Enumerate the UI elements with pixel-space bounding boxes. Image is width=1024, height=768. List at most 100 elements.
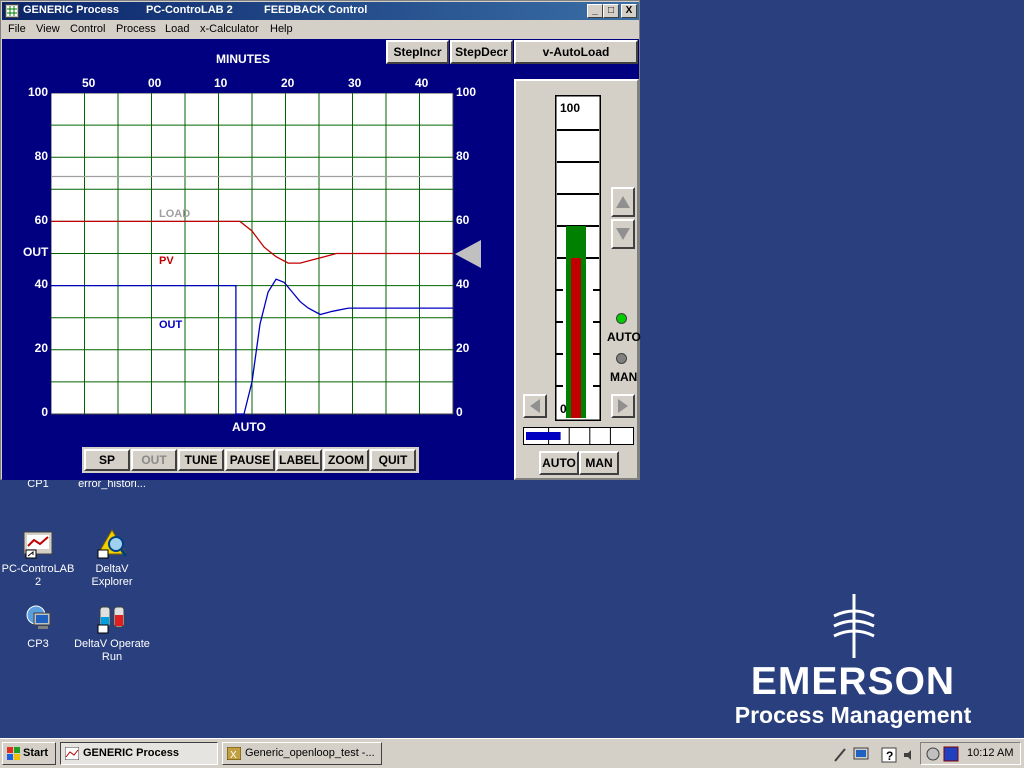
- x-tick-label: 50: [82, 76, 96, 90]
- tune-button[interactable]: TUNE: [178, 449, 224, 471]
- bar-top-label: 100: [560, 101, 580, 115]
- pc-controlab-icon: [22, 528, 54, 560]
- window-title-mode: FEEDBACK Control: [264, 4, 368, 16]
- emerson-emblem-icon: [833, 594, 875, 658]
- app-window: GENERIC Process PC-ControLAB 2 FEEDBACK …: [0, 0, 641, 480]
- deltav-tray-icon: [926, 747, 940, 761]
- volume-icon: [904, 750, 911, 760]
- sp-up-button[interactable]: [611, 187, 635, 217]
- man-lamp-icon: [616, 353, 627, 364]
- step-decr-button[interactable]: StepDecr: [450, 40, 513, 64]
- y-tick-right: 80: [456, 149, 470, 163]
- out-series-tag: OUT: [159, 319, 183, 331]
- arrow-left-icon: [530, 399, 540, 413]
- start-button[interactable]: Start: [2, 742, 56, 765]
- close-button[interactable]: X: [621, 4, 637, 18]
- faceplate-panel: 100 0 AUTO MAN AUTO MAN: [514, 79, 641, 480]
- x-tick-label: 10: [214, 76, 228, 90]
- x-axis-title: MINUTES: [216, 52, 270, 66]
- faceplate-bargraph: 100 0: [555, 95, 601, 421]
- tray-icons[interactable]: [925, 746, 959, 762]
- y-tick-right: 100: [456, 85, 477, 99]
- arrow-down-icon: [616, 228, 630, 240]
- trend-panel: StepIncr StepDecr MINUTES 50 00 10 20 30…: [2, 39, 514, 480]
- y-tick-right: 40: [456, 277, 470, 291]
- bar-bottom-label: 0: [560, 402, 567, 416]
- menu-load[interactable]: Load: [165, 23, 189, 35]
- pc-controlab-icon: [65, 747, 79, 760]
- y-tick-left: 80: [34, 149, 48, 163]
- auto-indicator-label: AUTO: [607, 330, 641, 344]
- desktop-icon-label: PC-ControLAB 2: [1, 563, 75, 588]
- y-tick-right: 0: [456, 405, 463, 419]
- pv-bar: [571, 258, 581, 418]
- desktop-icon-deltav-operate[interactable]: DeltaV Operate Run: [74, 603, 150, 664]
- pv-series-tag: PV: [159, 255, 174, 267]
- desktop-icon-label: CP3: [27, 638, 49, 650]
- menu-x-calculator[interactable]: x-Calculator: [200, 23, 259, 35]
- deltav-operate-icon: [96, 603, 128, 635]
- menu-view[interactable]: View: [36, 23, 60, 35]
- y-tick-left: 20: [34, 341, 48, 355]
- desktop-icon-pc-controlab[interactable]: PC-ControLAB 2: [0, 528, 76, 589]
- y-tick-left: 40: [34, 277, 48, 291]
- out-axis-label: OUT: [23, 245, 49, 259]
- sp-button[interactable]: SP: [84, 449, 130, 471]
- y-tick-left: 100: [27, 85, 48, 99]
- out-decrease-button[interactable]: [523, 394, 547, 418]
- man-indicator-label: MAN: [610, 370, 638, 384]
- emerson-logo: EMERSON Process Management: [728, 592, 978, 729]
- autoload-button[interactable]: v-AutoLoad: [514, 40, 638, 64]
- desktop-icon-cp3[interactable]: CP3: [0, 603, 76, 651]
- logo-brand: EMERSON: [750, 660, 956, 703]
- task-generic-process[interactable]: GENERIC Process: [60, 742, 218, 765]
- y-tick-right: 20: [456, 341, 470, 355]
- title-bar[interactable]: GENERIC Process PC-ControLAB 2 FEEDBACK …: [2, 2, 639, 20]
- app-icon[interactable]: [5, 4, 19, 18]
- out-increase-button[interactable]: [611, 394, 635, 418]
- help-icon: ?: [881, 747, 897, 763]
- system-tray: 10:12 AM: [920, 742, 1021, 765]
- arrow-right-icon: [618, 399, 628, 413]
- svg-text:?: ?: [886, 749, 893, 763]
- wrench-icon: [834, 748, 846, 762]
- menu-file[interactable]: File: [8, 23, 26, 35]
- minimize-button[interactable]: _: [587, 4, 603, 18]
- faceplate-area: v-AutoLoad 100 0 AUTO MAN AUTO MAN: [514, 39, 641, 480]
- desktop-icon-deltav-explorer[interactable]: DeltaV Explorer: [74, 528, 150, 589]
- sp-down-button[interactable]: [611, 219, 635, 249]
- auto-lamp-icon: [616, 313, 627, 324]
- auto-button[interactable]: AUTO: [539, 451, 579, 475]
- taskbar: Start GENERIC Process X Generic_openloop…: [0, 738, 1024, 768]
- task-label: Generic_openloop_test -...: [245, 747, 375, 759]
- output-bar-fill: [526, 432, 561, 440]
- trend-chart[interactable]: LOAD PV OUT: [51, 93, 455, 415]
- x-tick-label: 40: [415, 76, 429, 90]
- maximize-button[interactable]: □: [603, 4, 619, 18]
- clock[interactable]: 10:12 AM: [967, 747, 1013, 759]
- x-tick-label: 30: [348, 76, 362, 90]
- menu-process[interactable]: Process: [116, 23, 156, 35]
- arrow-up-icon: [616, 196, 630, 208]
- x-tick-label: 20: [281, 76, 295, 90]
- y-tick-left: 60: [34, 213, 48, 227]
- window-title-app: PC-ControLAB 2: [146, 4, 233, 16]
- computer-icon: [22, 603, 54, 635]
- task-generic-openloop[interactable]: X Generic_openloop_test -...: [222, 742, 382, 765]
- menu-control[interactable]: Control: [70, 23, 105, 35]
- pause-button[interactable]: PAUSE: [225, 449, 275, 471]
- label-button[interactable]: LABEL: [276, 449, 322, 471]
- y-tick-right: 60: [456, 213, 470, 227]
- deltav-explorer-icon: [96, 528, 128, 560]
- quick-tray-icons[interactable]: ?: [832, 746, 912, 764]
- menu-bar: File View Control Process Load x-Calcula…: [2, 20, 639, 39]
- quit-button[interactable]: QUIT: [370, 449, 416, 471]
- step-incr-button[interactable]: StepIncr: [386, 40, 449, 64]
- start-label: Start: [23, 747, 49, 759]
- out-button[interactable]: OUT: [131, 449, 177, 471]
- output-bar: [523, 427, 634, 445]
- menu-help[interactable]: Help: [270, 23, 293, 35]
- man-button[interactable]: MAN: [579, 451, 619, 475]
- svg-text:X: X: [230, 750, 237, 760]
- zoom-button[interactable]: ZOOM: [323, 449, 369, 471]
